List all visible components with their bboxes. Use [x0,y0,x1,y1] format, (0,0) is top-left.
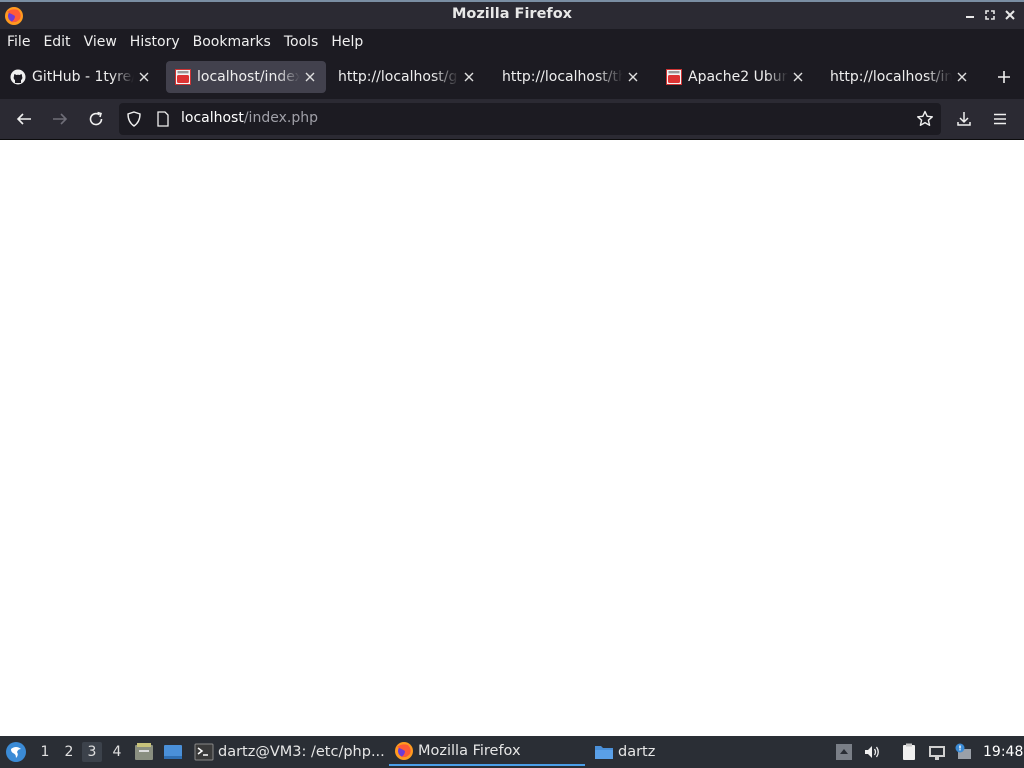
task-folder-dartz[interactable]: dartz [594,738,655,766]
tray-up-arrow-icon[interactable] [835,743,853,761]
navigation-toolbar: localhost/index.php [0,99,1024,139]
menu-help[interactable]: Help [327,34,367,50]
arrow-right-icon [53,113,68,125]
desktop-screen: Mozilla Firefox File Edit View History B… [0,0,1024,768]
tab-label: http://localhost/global [338,69,459,85]
download-icon [957,112,971,126]
show-desktop-icon[interactable] [163,743,183,761]
reload-button[interactable] [84,107,108,131]
workspace-2[interactable]: 2 [59,742,79,762]
hamburger-menu-icon [994,113,1006,125]
close-icon [139,72,149,82]
firefox-icon [394,741,414,761]
menu-history[interactable]: History [126,34,184,50]
minimize-button[interactable] [962,7,978,23]
tab-localhost-index[interactable]: localhost/index.php [166,61,326,93]
bookmark-star-icon[interactable] [916,110,934,128]
close-window-button[interactable] [1002,7,1018,23]
reload-icon [89,111,103,126]
new-tab-button[interactable] [993,66,1015,88]
tab-label: Apache2 Ubuntu [688,69,788,85]
tab-label: GitHub - 1tyre/R [32,69,134,85]
tab-localhost-index-2[interactable]: http://localhost/index [821,61,978,93]
close-icon [464,72,474,82]
close-icon [1005,10,1015,20]
close-icon [957,72,967,82]
workspace-1[interactable]: 1 [35,742,55,762]
menu-view[interactable]: View [80,34,121,50]
menu-tools[interactable]: Tools [280,34,323,50]
tab-strip: GitHub - 1tyre/R localhost/index.php htt… [0,55,1024,99]
tab-github[interactable]: GitHub - 1tyre/R [0,61,160,93]
workspace-3[interactable]: 3 [82,742,102,762]
url-text[interactable]: localhost/index.php [181,110,318,126]
task-label: dartz@VM3: /etc/php... [218,744,385,760]
clock[interactable]: 19:48 [983,744,1023,760]
tab-close-button[interactable] [302,69,318,85]
task-label: Mozilla Firefox [418,743,521,759]
menu-edit[interactable]: Edit [39,34,74,50]
network-icon[interactable] [928,743,946,761]
file-manager-launcher-icon[interactable] [134,743,154,761]
volume-icon[interactable] [863,743,881,761]
tab-label: http://localhost/index [830,69,952,85]
tab-label: localhost/index.php [197,69,300,85]
app-menu-button[interactable] [988,107,1012,131]
page-icon[interactable] [156,111,170,127]
task-firefox[interactable]: Mozilla Firefox [389,738,585,766]
tab-localhost-theme[interactable]: http://localhost/theme [493,61,649,93]
arrow-left-icon [16,113,31,125]
tab-apache2-ubuntu[interactable]: Apache2 Ubuntu [657,61,814,93]
tab-close-button[interactable] [461,69,477,85]
update-notifier-icon[interactable] [954,743,972,761]
menu-bookmarks[interactable]: Bookmarks [189,34,275,50]
maximize-button[interactable] [982,7,998,23]
url-host: localhost [181,110,244,126]
forward-button[interactable] [48,107,72,131]
folder-icon [594,742,614,762]
downloads-button[interactable] [952,107,976,131]
maximize-icon [985,10,995,20]
url-bar[interactable]: localhost/index.php [119,103,941,135]
close-icon [628,72,638,82]
plus-icon [998,71,1010,83]
window-title: Mozilla Firefox [451,6,573,22]
youtube-icon [175,69,191,85]
tab-close-button[interactable] [136,69,152,85]
minimize-icon [966,16,974,18]
task-label: dartz [618,744,656,760]
tab-close-button[interactable] [625,69,641,85]
taskbar: 1 2 3 4 dartz@VM3: /etc/php... Mozilla F… [0,736,1024,768]
workspace-4[interactable]: 4 [107,742,127,762]
window-titlebar[interactable]: Mozilla Firefox [0,0,1024,29]
menu-file[interactable]: File [3,34,34,50]
tab-label: http://localhost/theme [502,69,623,85]
close-icon [793,72,803,82]
url-path: /index.php [243,110,318,126]
youtube-icon [666,69,682,85]
clipboard-icon[interactable] [900,743,918,761]
page-content[interactable] [0,140,1024,736]
task-terminal[interactable]: dartz@VM3: /etc/php... [194,738,385,766]
menu-bar: File Edit View History Bookmarks Tools H… [0,29,1024,55]
terminal-icon [194,742,214,762]
tab-close-button[interactable] [954,69,970,85]
back-button[interactable] [12,107,36,131]
github-icon [10,69,26,85]
tab-close-button[interactable] [790,69,806,85]
tab-localhost-global[interactable]: http://localhost/global [329,61,485,93]
close-icon [305,72,315,82]
start-menu-icon[interactable] [5,741,27,763]
shield-icon[interactable] [126,111,142,127]
